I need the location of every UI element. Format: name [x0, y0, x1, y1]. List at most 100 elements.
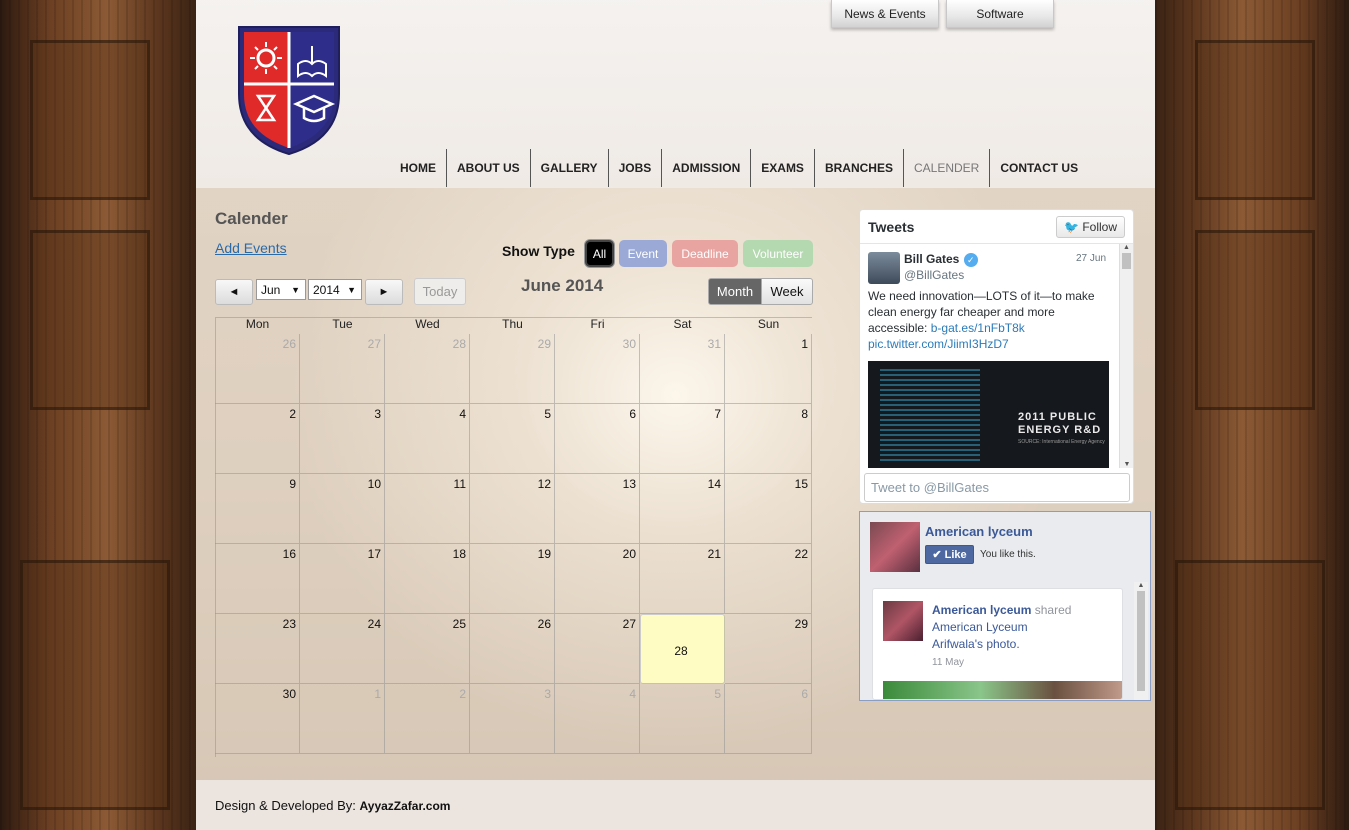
month-select-value: Jun [261, 282, 281, 297]
next-month-button[interactable]: ► [365, 279, 403, 305]
calendar-day-cell[interactable]: 27 [300, 334, 385, 404]
software-button[interactable]: Software [946, 0, 1054, 28]
fb-post-avatar[interactable] [883, 601, 923, 641]
type-deadline-button[interactable]: Deadline [672, 240, 738, 267]
calendar-day-cell[interactable]: 29 [725, 614, 812, 684]
month-select[interactable]: Jun ▼ [256, 279, 306, 300]
type-volunteer-button[interactable]: Volunteer [743, 240, 813, 267]
calendar-day-cell[interactable]: 26 [470, 614, 555, 684]
scroll-thumb[interactable] [1137, 591, 1145, 691]
calendar-day-cell[interactable]: 2 [215, 404, 300, 474]
calendar-day-cell[interactable]: 24 [300, 614, 385, 684]
fb-post-suffix: 's photo. [974, 637, 1020, 651]
facebook-widget: American lyceum ✔ Like You like this. Am… [859, 511, 1151, 701]
calendar-day-cell[interactable]: 12 [470, 474, 555, 544]
calendar-day-cell[interactable]: 6 [725, 684, 812, 754]
today-button[interactable]: Today [414, 278, 466, 305]
calendar-day-cell[interactable]: 4 [385, 404, 470, 474]
scroll-down-arrow-icon: ▼ [1123, 461, 1131, 468]
calendar-day-cell[interactable]: 23 [215, 614, 300, 684]
calendar-day-cell[interactable]: 27 [555, 614, 640, 684]
calendar-day-cell[interactable]: 11 [385, 474, 470, 544]
fb-page-avatar[interactable] [870, 522, 920, 572]
calendar-day-cell[interactable]: 5 [470, 404, 555, 474]
calendar-day-cell[interactable]: 29 [470, 334, 555, 404]
scroll-thumb[interactable] [1122, 253, 1131, 269]
calendar-day-cell[interactable]: 26 [215, 334, 300, 404]
tweet-scrollbar[interactable]: ▲ ▼ [1119, 244, 1133, 468]
tweet-date[interactable]: 27 Jun [1076, 253, 1106, 264]
fb-post-date[interactable]: 11 May [932, 657, 964, 668]
calendar-day-cell[interactable]: 1 [300, 684, 385, 754]
calendar-day-cell[interactable]: 6 [555, 404, 640, 474]
tweet-image[interactable]: 2011 PUBLIC ENERGY R&D SOURCE: Internati… [868, 361, 1109, 468]
calendar-day-cell[interactable]: 14 [640, 474, 725, 544]
show-type-label: Show Type [502, 243, 575, 259]
nav-home[interactable]: HOME [390, 149, 446, 187]
calendar-day-cell[interactable]: 15 [725, 474, 812, 544]
calendar-day-cell[interactable]: 1 [725, 334, 812, 404]
calendar-day-cell[interactable]: 30 [555, 334, 640, 404]
year-select[interactable]: 2014 ▼ [308, 279, 362, 300]
calendar-day-cell[interactable]: 18 [385, 544, 470, 614]
weekday-header: Thu [502, 317, 523, 331]
calendar-grid: Mon Tue Wed Thu Fri Sat Sun 26 27 28 29 30 31 1 2 3 4 5 6 7… [215, 317, 812, 757]
nav-contact-us[interactable]: CONTACT US [989, 149, 1088, 187]
nav-branches[interactable]: BRANCHES [813, 149, 903, 187]
nav-admission[interactable]: ADMISSION [661, 149, 750, 187]
calendar-day-cell[interactable]: 3 [470, 684, 555, 754]
tweet-author[interactable]: Bill Gates [904, 252, 959, 266]
calendar-day-cell[interactable]: 16 [215, 544, 300, 614]
weekday-header: Sun [757, 317, 780, 331]
add-events-link[interactable]: Add Events [215, 240, 287, 256]
calendar-day-cell[interactable]: 5 [640, 684, 725, 754]
calendar-day-cell[interactable]: 19 [470, 544, 555, 614]
nav-about-us[interactable]: ABOUT US [446, 149, 530, 187]
nav-gallery[interactable]: GALLERY [529, 149, 608, 187]
follow-label: Follow [1082, 219, 1117, 234]
calendar-day-cell[interactable]: 3 [300, 404, 385, 474]
nav-calender[interactable]: CALENDER [902, 149, 989, 187]
calendar-day-cell[interactable]: 4 [555, 684, 640, 754]
fb-post-target2[interactable]: Arifwala [932, 637, 975, 651]
calendar-day-cell[interactable]: 31 [640, 334, 725, 404]
calendar-day-cell[interactable]: 28 [640, 614, 725, 684]
follow-button[interactable]: 🐦 Follow [1056, 215, 1125, 238]
school-crest-logo[interactable] [236, 24, 342, 156]
chart-bars [880, 369, 980, 464]
month-view-button[interactable]: Month [708, 278, 762, 305]
calendar-day-cell[interactable]: 25 [385, 614, 470, 684]
fb-post-image[interactable] [883, 681, 1122, 699]
calendar-day-cell[interactable]: 28 [385, 334, 470, 404]
calendar-day-cell[interactable]: 22 [725, 544, 812, 614]
fb-page-name[interactable]: American lyceum [925, 524, 1033, 539]
news-events-button[interactable]: News & Events [831, 0, 939, 28]
calendar-day-cell[interactable]: 8 [725, 404, 812, 474]
calendar-day-cell[interactable]: 2 [385, 684, 470, 754]
calendar-day-cell[interactable]: 20 [555, 544, 640, 614]
type-event-button[interactable]: Event [619, 240, 667, 267]
fb-scrollbar[interactable]: ▲ [1134, 582, 1148, 700]
calendar-day-cell[interactable]: 17 [300, 544, 385, 614]
tweet-box[interactable]: Tweet to @BillGates [864, 473, 1130, 502]
calendar-day-cell[interactable]: 21 [640, 544, 725, 614]
fb-like-button[interactable]: ✔ Like [925, 545, 974, 564]
footer-author-link[interactable]: AyyazZafar.com [360, 799, 451, 813]
calendar-day-cell[interactable]: 10 [300, 474, 385, 544]
tweet-pic-link[interactable]: pic.twitter.com/JiimI3HzD7 [868, 337, 1009, 351]
tweet-handle[interactable]: @BillGates [904, 268, 964, 282]
calendar-day-cell[interactable]: 7 [640, 404, 725, 474]
fb-post-author[interactable]: American lyceum [932, 603, 1031, 617]
scroll-up-arrow-icon: ▲ [1123, 244, 1130, 251]
prev-month-button[interactable]: ◄ [215, 279, 253, 305]
avatar[interactable] [868, 252, 900, 284]
type-all-button[interactable]: All [585, 240, 614, 267]
calendar-day-cell[interactable]: 13 [555, 474, 640, 544]
fb-post-target[interactable]: American Lyceum [932, 620, 1028, 634]
week-view-button[interactable]: Week [761, 278, 813, 305]
nav-exams[interactable]: EXAMS [750, 149, 814, 187]
calendar-day-cell[interactable]: 30 [215, 684, 300, 754]
nav-jobs[interactable]: JOBS [607, 149, 662, 187]
calendar-day-cell[interactable]: 9 [215, 474, 300, 544]
tweet-link[interactable]: b-gat.es/1nFbT8k [931, 321, 1025, 335]
